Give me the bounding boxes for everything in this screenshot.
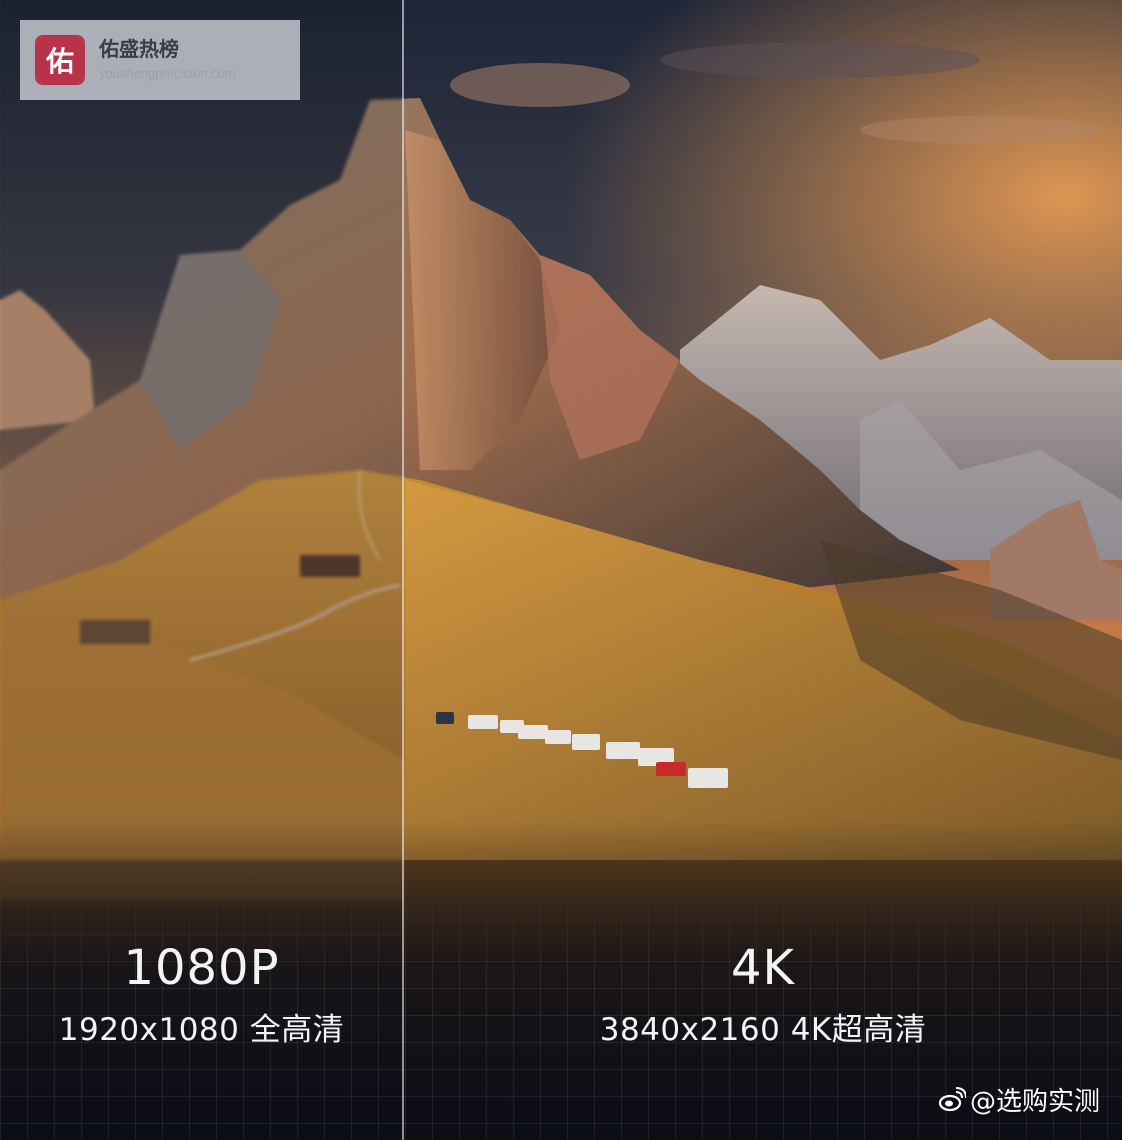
- watermark-text: 佑盛热榜 youshengprecision.com: [99, 37, 236, 83]
- site-watermark: 佑 佑盛热榜 youshengprecision.com: [20, 20, 300, 100]
- resolution-title: 4K: [730, 940, 795, 996]
- site-logo: 佑: [35, 35, 85, 85]
- site-url: youshengprecision.com: [99, 66, 236, 81]
- resolution-title: 1080P: [123, 940, 280, 996]
- resolution-subtitle: 1920x1080 全高清: [58, 1012, 345, 1048]
- comparison-image: 1080P 1920x1080 全高清 4K 3840x2160 4K超高清 佑…: [0, 0, 1122, 1140]
- credit-text: @选购实测: [969, 1087, 1100, 1117]
- author-credit: @选购实测: [938, 1081, 1100, 1118]
- resolution-label-4k: 4K 3840x2160 4K超高清: [404, 940, 1122, 1050]
- resolution-subtitle: 3840x2160 4K超高清: [599, 1012, 927, 1048]
- weibo-icon: [938, 1086, 966, 1111]
- site-name: 佑盛热榜: [99, 37, 179, 61]
- resolution-label-1080p: 1080P 1920x1080 全高清: [0, 940, 403, 1050]
